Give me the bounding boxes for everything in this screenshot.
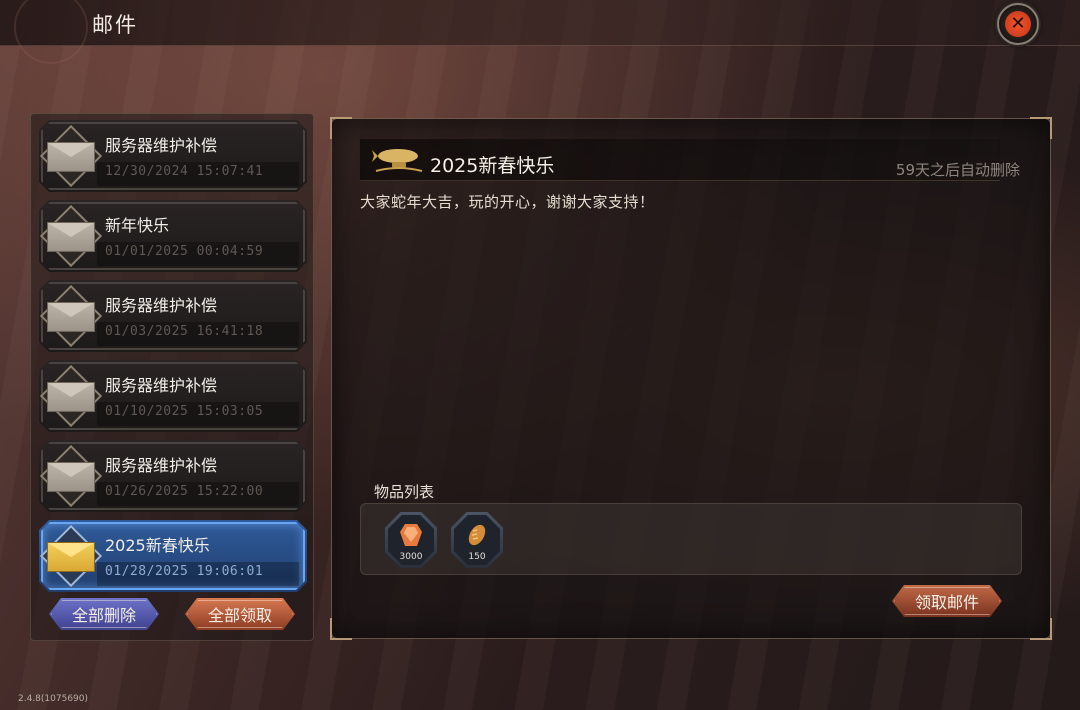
mail-date: 01/03/2025 16:41:18 <box>105 324 264 339</box>
claim-all-label: 全部领取 <box>207 606 272 625</box>
mail-title: 2025新春快乐 <box>105 536 210 555</box>
mail-title: 新年快乐 <box>105 216 170 235</box>
version-label: 2.4.8(1075690) <box>18 694 89 704</box>
mail-item-selected[interactable]: 2025新春快乐 01/28/2025 19:06:01 <box>39 520 307 592</box>
delete-all-label: 全部删除 <box>71 606 136 625</box>
mail-title: 服务器维护补偿 <box>105 296 218 315</box>
delete-all-button[interactable]: 全部删除 <box>49 598 159 630</box>
bread-icon <box>468 524 486 546</box>
header-bar: 邮件 <box>0 0 1080 64</box>
mail-date: 01/10/2025 15:03:05 <box>105 404 264 419</box>
mail-title: 服务器维护补偿 <box>105 376 218 395</box>
mail-detail-title: 2025新春快乐 <box>430 155 555 177</box>
envelope-open-icon <box>43 364 99 428</box>
mail-title: 服务器维护补偿 <box>105 136 218 155</box>
items-list: 3000 150 <box>360 503 1022 575</box>
claim-mail-button[interactable]: 领取邮件 <box>892 585 1002 617</box>
claim-all-button[interactable]: 全部领取 <box>185 598 295 630</box>
mail-item[interactable]: 服务器维护补偿 01/10/2025 15:03:05 <box>39 360 307 432</box>
mail-detail-panel: 2025新春快乐 59天之后自动删除 大家蛇年大吉，玩的开心，谢谢大家支持！ 物… <box>330 117 1052 640</box>
reward-quantity: 3000 <box>399 552 423 562</box>
mail-item[interactable]: 服务器维护补偿 01/26/2025 15:22:00 <box>39 440 307 512</box>
reward-item[interactable]: 150 <box>451 512 503 568</box>
mail-list-panel: 服务器维护补偿 12/30/2024 15:07:41 新年快乐 01/01/2… <box>30 113 314 641</box>
mail-date: 01/28/2025 19:06:01 <box>105 564 264 579</box>
gem-icon <box>400 524 422 546</box>
reward-item[interactable]: 3000 <box>385 512 437 568</box>
airship-icon <box>372 149 423 172</box>
items-label: 物品列表 <box>374 483 435 501</box>
page-title: 邮件 <box>92 13 138 37</box>
mail-date: 01/01/2025 00:04:59 <box>105 244 264 259</box>
mail-title: 服务器维护补偿 <box>105 456 218 475</box>
mail-body-text: 大家蛇年大吉，玩的开心，谢谢大家支持！ <box>360 193 655 211</box>
mail-item[interactable]: 服务器维护补偿 12/30/2024 15:07:41 <box>39 120 307 192</box>
envelope-open-icon <box>43 124 99 188</box>
mail-item[interactable]: 服务器维护补偿 01/03/2025 16:41:18 <box>39 280 307 352</box>
mail-date: 01/26/2025 15:22:00 <box>105 484 264 499</box>
reward-quantity: 150 <box>468 552 486 562</box>
compass-emblem-icon <box>14 0 88 64</box>
envelope-gold-icon <box>43 524 99 588</box>
claim-mail-label: 领取邮件 <box>914 593 979 612</box>
mail-item[interactable]: 新年快乐 01/01/2025 00:04:59 <box>39 200 307 272</box>
mail-date: 12/30/2024 15:07:41 <box>105 164 264 179</box>
expire-notice: 59天之后自动删除 <box>895 161 1020 179</box>
close-icon: ✕ <box>1005 11 1031 37</box>
envelope-open-icon <box>43 204 99 268</box>
envelope-open-icon <box>43 444 99 508</box>
envelope-open-icon <box>43 284 99 348</box>
close-button[interactable]: ✕ <box>997 3 1039 45</box>
